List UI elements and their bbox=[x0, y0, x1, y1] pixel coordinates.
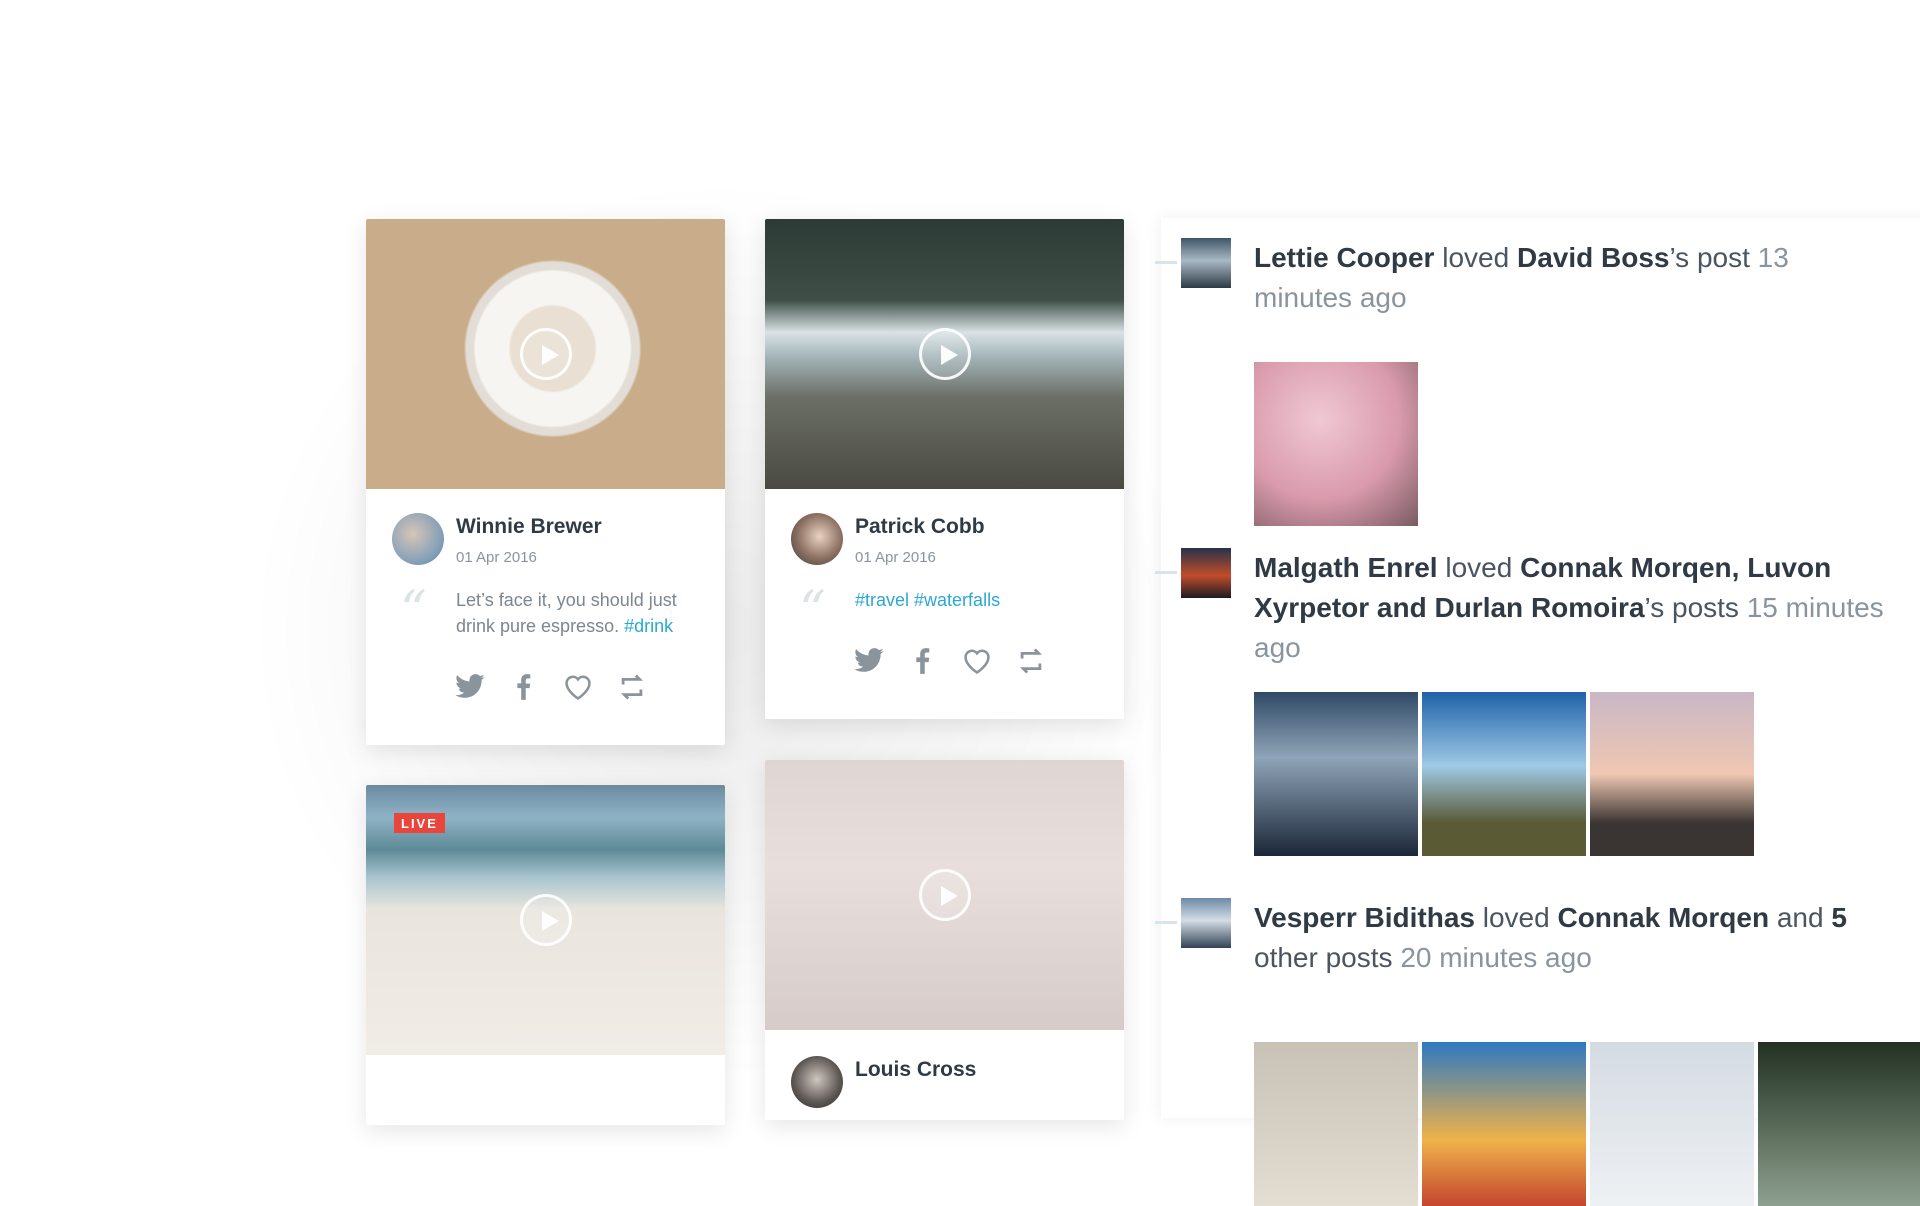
feed-image[interactable] bbox=[1254, 362, 1418, 526]
feed-avatar[interactable] bbox=[1181, 238, 1231, 288]
post-media-dog-beach[interactable]: LIVE bbox=[366, 785, 725, 1055]
post-card-live[interactable]: LIVE bbox=[366, 785, 725, 1125]
post-author: Winnie Brewer 01 Apr 2016 bbox=[392, 513, 602, 566]
feed-target[interactable]: David Boss bbox=[1517, 242, 1670, 273]
hashtag-link[interactable]: #drink bbox=[624, 616, 673, 636]
facebook-icon[interactable] bbox=[508, 673, 540, 701]
play-icon[interactable] bbox=[519, 328, 572, 380]
twitter-icon[interactable] bbox=[853, 647, 885, 675]
feed-suffix: ’s post bbox=[1669, 242, 1750, 273]
post-card-louis[interactable]: Louis Cross bbox=[765, 760, 1124, 1120]
retweet-icon[interactable] bbox=[1015, 647, 1047, 675]
feed-time: 20 minutes ago bbox=[1400, 942, 1592, 973]
feed-image[interactable] bbox=[1254, 1042, 1418, 1206]
feed-verb: loved bbox=[1445, 552, 1513, 583]
feed-avatar[interactable] bbox=[1181, 548, 1231, 598]
feed-suffix: other posts bbox=[1254, 942, 1393, 973]
feed-actor[interactable]: Malgath Enrel bbox=[1254, 552, 1438, 583]
feed-text: Lettie Cooper loved David Boss’s post 13… bbox=[1254, 238, 1894, 318]
post-author: Patrick Cobb 01 Apr 2016 bbox=[791, 513, 985, 566]
avatar[interactable] bbox=[392, 513, 444, 565]
feed-images bbox=[1254, 1042, 1920, 1206]
post-date: 01 Apr 2016 bbox=[456, 549, 537, 566]
feed-connector bbox=[1155, 261, 1177, 264]
activity-feed: Lettie Cooper loved David Boss’s post 13… bbox=[1155, 218, 1920, 1206]
feed-images bbox=[1254, 362, 1418, 526]
feed-image[interactable] bbox=[1758, 1042, 1920, 1206]
feed-mid: and bbox=[1776, 902, 1824, 933]
author-name[interactable]: Winnie Brewer bbox=[456, 515, 602, 539]
post-card-patrick[interactable]: Patrick Cobb 01 Apr 2016 “ #travel #wate… bbox=[765, 219, 1124, 719]
feed-text: Vesperr Bidithas loved Connak Morqen and… bbox=[1254, 898, 1894, 978]
feed-count: 5 bbox=[1831, 902, 1847, 933]
play-icon[interactable] bbox=[918, 328, 971, 380]
feed-text: Malgath Enrel loved Connak Morqen, Luvon… bbox=[1254, 548, 1894, 668]
feed-avatar[interactable] bbox=[1181, 898, 1231, 948]
live-badge: LIVE bbox=[394, 813, 445, 833]
post-date: 01 Apr 2016 bbox=[855, 549, 936, 566]
post-text: Let’s face it, you should just drink pur… bbox=[456, 587, 696, 639]
twitter-icon[interactable] bbox=[454, 673, 486, 701]
author-name[interactable]: Louis Cross bbox=[855, 1058, 976, 1082]
feed-images bbox=[1254, 692, 1754, 856]
quote-icon: “ bbox=[799, 581, 826, 641]
feed-image[interactable] bbox=[1590, 1042, 1754, 1206]
feed-target[interactable]: Connak Morqen bbox=[1557, 902, 1769, 933]
play-icon[interactable] bbox=[519, 894, 572, 946]
feed-actor[interactable]: Lettie Cooper bbox=[1254, 242, 1434, 273]
heart-icon[interactable] bbox=[562, 673, 594, 701]
retweet-icon[interactable] bbox=[616, 673, 648, 701]
author-name[interactable]: Patrick Cobb bbox=[855, 515, 985, 539]
feed-image[interactable] bbox=[1254, 692, 1418, 856]
post-media-cafe[interactable] bbox=[765, 760, 1124, 1030]
heart-icon[interactable] bbox=[961, 647, 993, 675]
feed-connector bbox=[1155, 571, 1177, 574]
play-icon[interactable] bbox=[918, 869, 971, 921]
avatar[interactable] bbox=[791, 1056, 843, 1108]
post-actions bbox=[454, 673, 648, 701]
post-media-waterfall[interactable] bbox=[765, 219, 1124, 489]
avatar[interactable] bbox=[791, 513, 843, 565]
facebook-icon[interactable] bbox=[907, 647, 939, 675]
feed-suffix: ’s posts bbox=[1644, 592, 1739, 623]
feed-connector bbox=[1155, 921, 1177, 924]
post-media-coffee[interactable] bbox=[366, 219, 725, 489]
post-author: Louis Cross bbox=[791, 1056, 976, 1108]
feed-verb: loved bbox=[1442, 242, 1510, 273]
post-card-winnie[interactable]: Winnie Brewer 01 Apr 2016 “ Let’s face i… bbox=[366, 219, 725, 745]
feed-verb: loved bbox=[1482, 902, 1550, 933]
feed-image[interactable] bbox=[1590, 692, 1754, 856]
post-text: #travel #waterfalls bbox=[855, 587, 1095, 613]
feed-image[interactable] bbox=[1422, 1042, 1586, 1206]
feed-image[interactable] bbox=[1422, 692, 1586, 856]
feed-actor[interactable]: Vesperr Bidithas bbox=[1254, 902, 1475, 933]
hashtag-link[interactable]: #travel #waterfalls bbox=[855, 590, 1000, 610]
quote-icon: “ bbox=[400, 581, 427, 641]
post-actions bbox=[853, 647, 1047, 675]
